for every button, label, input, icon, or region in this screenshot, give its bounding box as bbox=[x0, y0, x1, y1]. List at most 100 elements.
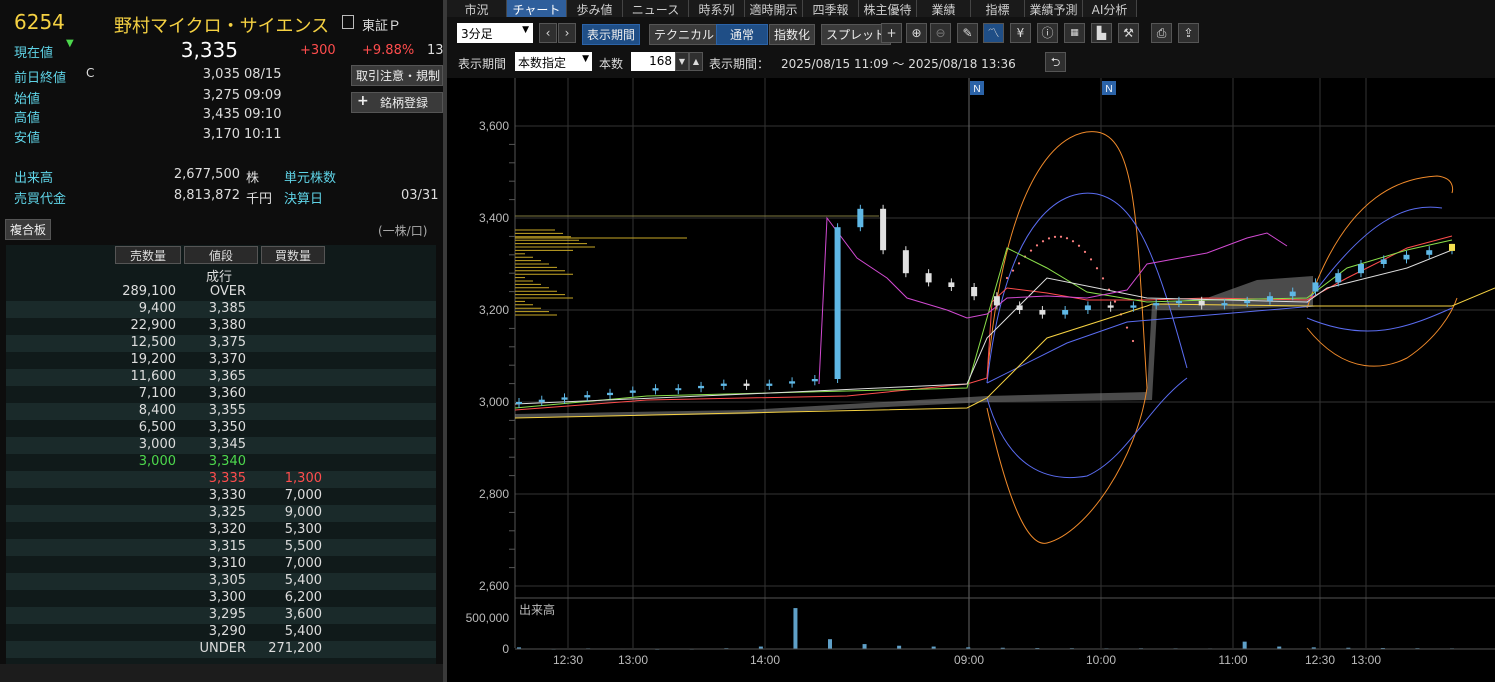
tab-3[interactable]: ニュース bbox=[623, 0, 689, 17]
orderbook-row[interactable]: 289,100 OVER bbox=[6, 284, 436, 301]
trading-window: 6254 野村マイクロ・サイエンス 東証Ｐ 現在値 ▼ 3,335 +300 +… bbox=[0, 0, 1495, 682]
orderbook-row[interactable]: 3,290 5,400 bbox=[6, 624, 436, 641]
orderbook-price-cell: 3,380 bbox=[208, 318, 246, 333]
orderbook-row[interactable]: 3,305 5,400 bbox=[6, 573, 436, 590]
count-up-icon[interactable]: ▲ bbox=[689, 52, 703, 71]
orderbook-buy-cell: 5,400 bbox=[284, 573, 322, 588]
orderbook-row[interactable]: 11,600 3,365 bbox=[6, 369, 436, 386]
orderbook-row[interactable]: 7,100 3,360 bbox=[6, 386, 436, 403]
orderbook-price-cell: 3,335 bbox=[208, 471, 246, 486]
orderbook-price-cell: UNDER bbox=[199, 641, 247, 656]
volume-bar bbox=[828, 639, 832, 649]
volume-pane-label: 出来高 bbox=[519, 602, 555, 617]
orderbook-title[interactable]: 複合板 bbox=[5, 219, 52, 240]
prev-arrow-icon[interactable]: ‹ bbox=[539, 23, 557, 43]
price-change: +300 bbox=[300, 43, 336, 58]
wrench-icon[interactable]: ⚒ bbox=[1118, 23, 1139, 43]
orderbook-row[interactable]: 12,500 3,375 bbox=[6, 335, 436, 352]
period-button[interactable]: 表示期間 bbox=[582, 24, 641, 45]
trade-caution-button[interactable]: 取引注意・規制 bbox=[351, 65, 443, 86]
tab-8[interactable]: 業績 bbox=[917, 0, 971, 17]
x-tick-label: 14:00 bbox=[750, 653, 780, 667]
x-tick-label: 13:00 bbox=[618, 653, 648, 667]
chart-type-icon[interactable]: 〽 bbox=[983, 23, 1004, 43]
low-label: 安値 bbox=[14, 131, 41, 146]
tab-9[interactable]: 指標 bbox=[971, 0, 1025, 17]
count-input[interactable]: 168 bbox=[631, 52, 675, 71]
tab-1[interactable]: チャート bbox=[507, 0, 567, 17]
zoom-out-icon[interactable]: ⊖ bbox=[930, 23, 951, 43]
candle-body bbox=[1221, 303, 1228, 306]
orderbook-price-cell: 3,340 bbox=[208, 454, 246, 469]
register-stock-button[interactable]: + 銘柄登録 bbox=[351, 92, 443, 113]
open-time: 09:09 bbox=[244, 88, 282, 103]
chart-background bbox=[447, 78, 1495, 682]
orderbook-row[interactable]: 3,000 3,345 bbox=[6, 437, 436, 454]
orderbook-row[interactable]: 22,900 3,380 bbox=[6, 318, 436, 335]
tab-4[interactable]: 時系列 bbox=[689, 0, 745, 17]
price-chart[interactable]: 3,600 3,400 3,200 3,000 2,800 2,600 12:30 13:00… bbox=[447, 78, 1495, 682]
orderbook-price-cell: 3,360 bbox=[208, 386, 246, 401]
orderbook-buy-cell: 5,300 bbox=[284, 522, 322, 537]
crosshair-plus-icon[interactable]: + bbox=[881, 23, 902, 43]
orderbook-price-cell: 3,370 bbox=[208, 352, 246, 367]
orderbook-row[interactable]: 3,000 3,340 bbox=[6, 454, 436, 471]
volume-unit: 株 bbox=[246, 171, 260, 186]
orderbook-price-cell: 3,330 bbox=[208, 488, 246, 503]
tab-2[interactable]: 歩み値 bbox=[567, 0, 623, 17]
orderbook-buy-cell: 9,000 bbox=[284, 505, 322, 520]
orderbook-row[interactable]: 3,320 5,300 bbox=[6, 522, 436, 539]
candle-body bbox=[1266, 296, 1273, 301]
count-down-icon[interactable]: ▼ bbox=[675, 52, 689, 71]
tab-11[interactable]: AI分析 bbox=[1083, 0, 1137, 17]
volume-label: 出来高 bbox=[14, 171, 54, 186]
count-label: 本数 bbox=[599, 57, 624, 71]
orderbook-row[interactable]: 8,400 3,355 bbox=[6, 403, 436, 420]
compare-icon[interactable]: ▦ bbox=[1064, 23, 1085, 43]
tab-7[interactable]: 株主優待 bbox=[859, 0, 917, 17]
orderbook-row[interactable]: 3,325 9,000 bbox=[6, 505, 436, 522]
candle-body bbox=[834, 227, 841, 379]
normal-mode-button[interactable]: 通常 bbox=[716, 24, 768, 45]
candle-body bbox=[811, 379, 818, 382]
reset-icon[interactable]: ⮌ bbox=[1045, 52, 1066, 72]
next-arrow-icon[interactable]: › bbox=[558, 23, 576, 43]
orderbook-row[interactable]: 3,315 5,500 bbox=[6, 539, 436, 556]
tab-5[interactable]: 適時開示 bbox=[745, 0, 803, 17]
orderbook-row[interactable]: UNDER 271,200 bbox=[6, 641, 436, 658]
document-icon[interactable] bbox=[342, 15, 354, 29]
orderbook-row[interactable]: 19,200 3,370 bbox=[6, 352, 436, 369]
orderbook-sell-cell: 19,200 bbox=[130, 352, 177, 367]
pencil-icon[interactable]: ✎ bbox=[957, 23, 978, 43]
zoom-in-icon[interactable]: ⊕ bbox=[906, 23, 927, 43]
parabolic-dot bbox=[1011, 269, 1015, 272]
orderbook-row[interactable]: 3,300 6,200 bbox=[6, 590, 436, 607]
tab-6[interactable]: 四季報 bbox=[803, 0, 859, 17]
orderbook-sell-cell: 9,400 bbox=[138, 301, 176, 316]
orderbook-row[interactable]: 3,295 3,600 bbox=[6, 607, 436, 624]
orderbook-row[interactable]: 3,335 1,300 bbox=[6, 471, 436, 488]
print-icon[interactable]: ⎙ bbox=[1151, 23, 1172, 43]
orderbook-row[interactable]: 3,330 7,000 bbox=[6, 488, 436, 505]
interval-select[interactable]: 3分足 ▼ bbox=[457, 23, 533, 43]
orderbook-price-cell: 3,350 bbox=[208, 420, 246, 435]
info-icon[interactable]: ⓘ bbox=[1037, 23, 1058, 43]
orderbook-buy-cell: 6,200 bbox=[284, 590, 322, 605]
down-triangle-icon: ▼ bbox=[66, 38, 74, 49]
tab-0[interactable]: 市況 bbox=[447, 0, 507, 17]
volume-profile-icon[interactable]: ▙ bbox=[1091, 23, 1112, 43]
index-mode-button[interactable]: 指数化 bbox=[769, 24, 816, 45]
range-label: 表示期間： bbox=[709, 57, 770, 71]
period-mode-select[interactable]: 本数指定 ▼ bbox=[515, 52, 592, 71]
orderbook-row[interactable]: 3,310 7,000 bbox=[6, 556, 436, 573]
technical-button[interactable]: テクニカル bbox=[649, 24, 720, 45]
range-value: 2025/08/15 11:09 〜 2025/08/18 13:36 bbox=[781, 57, 1016, 71]
candle-body bbox=[1130, 305, 1137, 308]
tab-10[interactable]: 業績予測 bbox=[1025, 0, 1083, 17]
orderbook-buy-cell: 7,000 bbox=[284, 488, 322, 503]
export-icon[interactable]: ⇪ bbox=[1178, 23, 1199, 43]
orderbook-row[interactable]: 6,500 3,350 bbox=[6, 420, 436, 437]
parabolic-dot bbox=[1005, 276, 1009, 280]
yen-icon[interactable]: ¥ bbox=[1010, 23, 1031, 43]
orderbook-row[interactable]: 9,400 3,385 bbox=[6, 301, 436, 318]
